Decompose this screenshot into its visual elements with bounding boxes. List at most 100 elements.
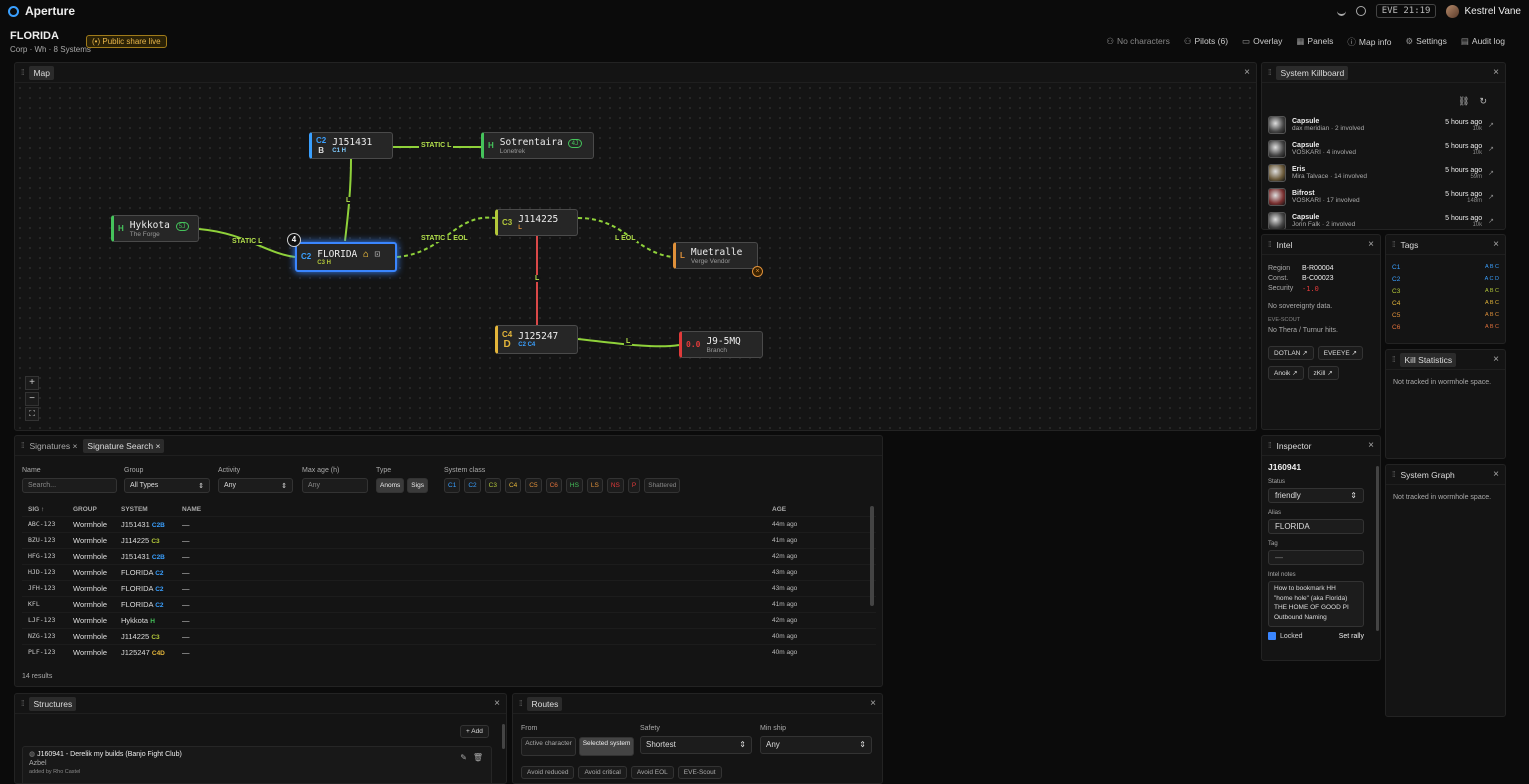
stats-icon[interactable]	[1336, 6, 1346, 16]
safety-select[interactable]: Shortest ⇕	[640, 736, 752, 754]
drag-handle-icon[interactable]: ⁞⁞	[1268, 68, 1272, 77]
system-node-j95mq[interactable]: 0.0 J9-5MQ Branch	[679, 331, 763, 358]
tag-row[interactable]: C1 A B C	[1392, 261, 1499, 273]
tag-row[interactable]: C3 A B C	[1392, 285, 1499, 297]
drag-handle-icon[interactable]: ⁞⁞	[1392, 470, 1396, 479]
scrollbar[interactable]	[1376, 466, 1379, 631]
external-link-icon[interactable]: ↗	[1488, 193, 1494, 201]
external-link-icon[interactable]: ↗	[1488, 121, 1494, 129]
tag-row[interactable]: C4 A B C	[1392, 297, 1499, 309]
intel-notes-textarea[interactable]: How to bookmark HH "home hole" (aka Flor…	[1268, 581, 1364, 627]
class-filter-shattered[interactable]: Shattered	[644, 478, 681, 493]
class-filter-hs[interactable]: HS	[565, 478, 583, 493]
system-node-j114225[interactable]: C3 J114225 L	[495, 209, 578, 236]
col-age[interactable]: AGE	[766, 503, 876, 516]
killmail-row[interactable]: Capsule Jorin Falk · 2 involved 5 hours ag…	[1262, 209, 1500, 229]
nav-no-characters[interactable]: ⚇ No characters	[1106, 36, 1170, 48]
close-icon[interactable]: ×	[1493, 67, 1499, 78]
table-row[interactable]: KFL Wormhole FLORIDA C2—41m ago	[22, 595, 876, 612]
killmail-row[interactable]: Capsule dax meridian · 2 involved 5 hours …	[1262, 113, 1500, 137]
col-name[interactable]: NAME	[176, 503, 766, 516]
external-link-icon[interactable]: ↗	[1488, 169, 1494, 177]
table-row[interactable]: JFH-123 Wormhole FLORIDA C2—43m ago	[22, 579, 876, 596]
class-filter-c6[interactable]: C6	[545, 478, 562, 493]
close-icon[interactable]: ×	[870, 698, 876, 709]
tag-input[interactable]: —	[1268, 550, 1364, 565]
class-filter-c3[interactable]: C3	[484, 478, 501, 493]
refresh-icon[interactable]: ↻	[1479, 96, 1487, 107]
max-age-input[interactable]: Any	[302, 478, 368, 493]
close-icon[interactable]: ×	[494, 698, 500, 709]
info-icon[interactable]	[1355, 6, 1366, 16]
status-select[interactable]: friendly ⇕	[1268, 488, 1364, 503]
trash-icon[interactable]: 🗑	[473, 753, 483, 762]
type-anoms-toggle[interactable]: Anoms	[376, 478, 405, 493]
public-share-badge[interactable]: (•) Public share live	[86, 35, 167, 48]
external-link-icon[interactable]: ↗	[1488, 145, 1494, 153]
add-structure-button[interactable]: + Add	[460, 725, 489, 738]
tag-row[interactable]: C5 A B C	[1392, 309, 1499, 321]
close-icon[interactable]: ×	[1493, 239, 1499, 250]
tag-row[interactable]: C6 A B C	[1392, 321, 1499, 333]
avoid-critical-toggle[interactable]: Avoid critical	[578, 766, 627, 779]
system-node-sotrentaira[interactable]: H Sotrentaira 4J Lonetrek	[481, 132, 594, 159]
dotlan-link[interactable]: DOTLAN ↗	[1268, 346, 1314, 360]
table-row[interactable]: HJD-123 Wormhole FLORIDA C2—43m ago	[22, 563, 876, 580]
user-menu[interactable]: Kestrel Vane	[1446, 4, 1521, 18]
type-sigs-toggle[interactable]: Sigs	[407, 478, 428, 493]
nav-overlay[interactable]: ▭ Overlay	[1242, 36, 1282, 48]
activity-select[interactable]: Any ⇕	[218, 478, 293, 493]
table-row[interactable]: ABC-123 Wormhole J151431 C2B —44m ago	[22, 515, 876, 532]
locked-checkbox[interactable]	[1268, 632, 1276, 640]
app-logo[interactable]: Aperture	[8, 4, 75, 18]
nav-map-info[interactable]: ⓘ Map info	[1347, 36, 1391, 48]
nav-settings[interactable]: ⚙ Settings	[1406, 36, 1447, 48]
nav-pilots[interactable]: ⚇ Pilots (6)	[1184, 36, 1228, 48]
killmail-row[interactable]: Capsule VOSKARI · 4 involved 5 hours ago 10…	[1262, 137, 1500, 161]
drag-handle-icon[interactable]: ⁞⁞	[519, 699, 523, 708]
name-search-input[interactable]: Search...	[22, 478, 117, 493]
anoik-link[interactable]: Anoik ↗	[1268, 366, 1304, 380]
drag-handle-icon[interactable]: ⁞⁞	[21, 699, 25, 708]
table-row[interactable]: BZU-123 Wormhole J114225 C3—41m ago	[22, 531, 876, 548]
scrollbar[interactable]	[870, 506, 874, 606]
close-icon[interactable]: ×	[1368, 239, 1374, 250]
col-system[interactable]: SYSTEM	[115, 503, 176, 516]
nav-panels[interactable]: ▦ Panels	[1296, 36, 1333, 48]
class-filter-c1[interactable]: C1	[444, 478, 461, 493]
system-node-florida[interactable]: C2 FLORIDA ⌂ ⊡ C3 H	[295, 242, 397, 272]
min-ship-select[interactable]: Any ⇕	[760, 736, 872, 754]
class-filter-ns[interactable]: NS	[606, 478, 624, 493]
drag-handle-icon[interactable]: ⁞⁞	[21, 441, 25, 450]
zoom-out-button[interactable]: −	[25, 392, 39, 406]
eve-scout-toggle[interactable]: EVE-Scout	[677, 766, 722, 779]
class-filter-c4[interactable]: C4	[504, 478, 522, 493]
class-filter-c5[interactable]: C5	[525, 478, 542, 493]
zkill-link[interactable]: zKill ↗	[1307, 366, 1339, 380]
zoom-in-button[interactable]: +	[25, 376, 39, 390]
col-group[interactable]: GROUP	[67, 503, 115, 516]
system-node-hykkota[interactable]: H Hykkota 5J The Forge	[111, 215, 199, 242]
killmail-row[interactable]: Eris Mira Talvace · 14 involved 5 hours ag…	[1262, 161, 1500, 185]
killmail-row[interactable]: Bifrost VOSKARI · 17 involved 5 hours ago 1…	[1262, 185, 1500, 209]
class-filter-p[interactable]: P	[627, 478, 641, 493]
tab-signatures[interactable]: Signatures ×	[29, 441, 77, 451]
avoid-eol-toggle[interactable]: Avoid EOL	[630, 766, 674, 779]
class-filter-ls[interactable]: LS	[586, 478, 603, 493]
from-selected-system[interactable]: Selected system	[579, 737, 635, 756]
link-icon[interactable]: ⛓	[1458, 96, 1469, 107]
group-select[interactable]: All Types ⇕	[124, 478, 210, 493]
drag-handle-icon[interactable]: ⁞⁞	[1268, 441, 1272, 450]
alias-input[interactable]: FLORIDA	[1268, 519, 1364, 534]
system-node-j125247[interactable]: C4 D J125247 C2 C4	[495, 325, 578, 354]
structure-item[interactable]: ◍ J160941 - Derelik my builds (Banjo Fig…	[22, 746, 492, 783]
set-rally-button[interactable]: Set rally	[1339, 633, 1364, 640]
external-link-icon[interactable]: ↗	[1488, 217, 1494, 225]
col-sig[interactable]: SIG ↑	[22, 503, 67, 516]
table-row[interactable]: PLF-123 Wormhole J125247 C4D —40m ago	[22, 643, 876, 660]
system-node-j151431[interactable]: C2 B J151431 C1 H	[309, 132, 393, 159]
scrollbar[interactable]	[502, 724, 505, 749]
eveeye-link[interactable]: EVEEYE ↗	[1317, 346, 1363, 360]
from-active-character[interactable]: Active character	[521, 737, 576, 756]
nav-audit-log[interactable]: ▤ Audit log	[1461, 36, 1505, 48]
